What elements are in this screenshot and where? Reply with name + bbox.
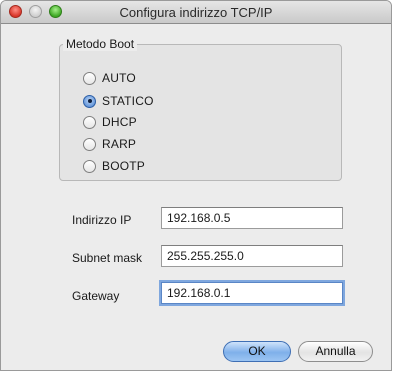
radio-button[interactable] — [83, 71, 96, 85]
ok-button[interactable]: OK — [223, 341, 291, 362]
radio-label-rarp: RARP — [102, 137, 137, 151]
radio-label-statico: STATICO — [102, 94, 154, 108]
radio-rarp[interactable]: RARP — [83, 135, 136, 153]
radio-button[interactable] — [83, 115, 96, 129]
title-bar[interactable]: Configura indirizzo TCP/IP — [1, 1, 391, 24]
radio-button[interactable] — [83, 137, 96, 151]
radio-statico[interactable]: STATICO — [83, 92, 154, 110]
radio-button[interactable] — [83, 159, 96, 173]
radio-dhcp[interactable]: DHCP — [83, 113, 137, 131]
subnet-mask-input[interactable] — [161, 245, 343, 267]
radio-button-selected[interactable] — [83, 94, 96, 108]
cancel-button[interactable]: Annulla — [298, 341, 373, 362]
radio-label-auto: AUTO — [102, 71, 136, 85]
dialog-window: Configura indirizzo TCP/IP Metodo Boot A… — [0, 0, 392, 371]
ip-address-label: Indirizzo IP — [72, 213, 132, 227]
radio-label-dhcp: DHCP — [102, 115, 137, 129]
radio-bootp[interactable]: BOOTP — [83, 157, 145, 175]
window-title: Configura indirizzo TCP/IP — [119, 5, 273, 20]
radio-label-bootp: BOOTP — [102, 159, 146, 173]
gateway-input[interactable] — [161, 282, 343, 304]
radio-auto[interactable]: AUTO — [83, 69, 136, 87]
boot-method-label: Metodo Boot — [63, 37, 138, 51]
gateway-label: Gateway — [72, 289, 120, 303]
subnet-mask-label: Subnet mask — [72, 251, 143, 265]
ip-address-input[interactable] — [161, 207, 343, 229]
